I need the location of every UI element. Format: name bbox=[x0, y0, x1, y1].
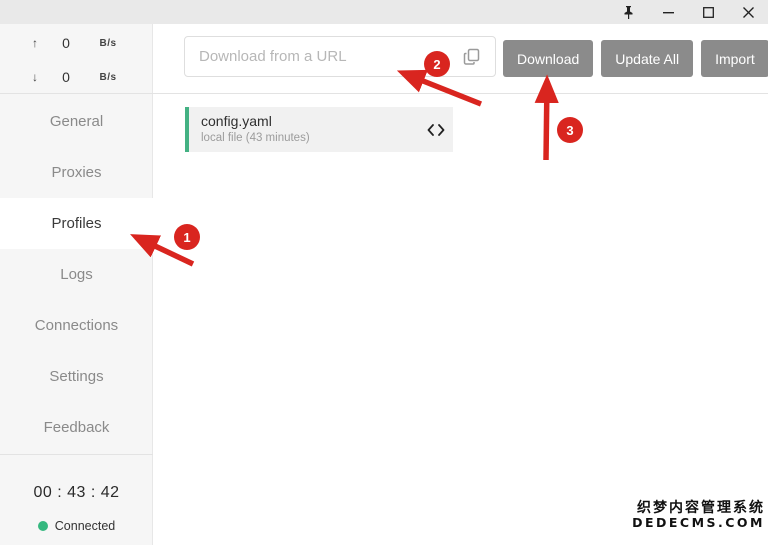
import-button[interactable]: Import bbox=[701, 40, 768, 77]
traffic-panel: ↑ 0 B/s ↓ 0 B/s bbox=[0, 24, 153, 93]
download-speed-value: 0 bbox=[44, 69, 88, 85]
download-button[interactable]: Download bbox=[503, 40, 593, 77]
sidebar-divider bbox=[0, 454, 153, 455]
paste-icon[interactable] bbox=[463, 48, 481, 66]
upload-speed: ↑ 0 B/s bbox=[26, 35, 136, 51]
connected-label: Connected bbox=[55, 519, 115, 533]
download-arrow-icon: ↓ bbox=[26, 70, 44, 84]
profile-card-config[interactable]: config.yaml local file (43 minutes) bbox=[185, 107, 453, 152]
titlebar bbox=[0, 0, 768, 24]
code-brackets-icon[interactable] bbox=[419, 124, 453, 136]
step-badge-1: 1 bbox=[174, 224, 200, 250]
upload-speed-unit: B/s bbox=[88, 38, 128, 49]
arrow-2-to-url-input bbox=[403, 73, 481, 104]
profile-name: config.yaml bbox=[201, 113, 419, 131]
toolbar-divider bbox=[0, 93, 768, 94]
sidebar-nav: General Proxies Profiles Logs Connection… bbox=[0, 96, 153, 453]
sidebar-item-proxies[interactable]: Proxies bbox=[0, 147, 153, 198]
url-input[interactable] bbox=[184, 36, 496, 77]
upload-speed-value: 0 bbox=[44, 35, 88, 51]
minimize-button[interactable] bbox=[648, 0, 688, 24]
connection-status: Connected bbox=[0, 519, 153, 533]
sidebar-item-logs[interactable]: Logs bbox=[0, 249, 153, 300]
pin-icon[interactable] bbox=[608, 0, 648, 24]
close-button[interactable] bbox=[728, 0, 768, 24]
update-all-button[interactable]: Update All bbox=[601, 40, 693, 77]
profile-card-text: config.yaml local file (43 minutes) bbox=[189, 113, 419, 145]
download-speed: ↓ 0 B/s bbox=[26, 69, 136, 85]
step-badge-3: 3 bbox=[557, 117, 583, 143]
sidebar-item-general[interactable]: General bbox=[0, 96, 153, 147]
sidebar: ↑ 0 B/s ↓ 0 B/s General Proxies Profiles… bbox=[0, 24, 153, 545]
watermark-line1: 织梦内容管理系统 bbox=[632, 500, 765, 516]
connected-dot-icon bbox=[38, 521, 48, 531]
toolbar-buttons: Download Update All Import bbox=[503, 40, 768, 77]
sidebar-item-connections[interactable]: Connections bbox=[0, 300, 153, 351]
uptime-timer: 00 : 43 : 42 bbox=[0, 484, 153, 502]
sidebar-item-settings[interactable]: Settings bbox=[0, 351, 153, 402]
upload-arrow-icon: ↑ bbox=[26, 36, 44, 50]
sidebar-item-profiles[interactable]: Profiles bbox=[0, 198, 153, 249]
profile-meta: local file (43 minutes) bbox=[201, 131, 419, 146]
sidebar-item-feedback[interactable]: Feedback bbox=[0, 402, 153, 453]
download-speed-unit: B/s bbox=[88, 72, 128, 83]
maximize-button[interactable] bbox=[688, 0, 728, 24]
watermark: 织梦内容管理系统 DEDECMS.COM bbox=[632, 500, 765, 530]
watermark-line2: DEDECMS.COM bbox=[632, 516, 765, 530]
